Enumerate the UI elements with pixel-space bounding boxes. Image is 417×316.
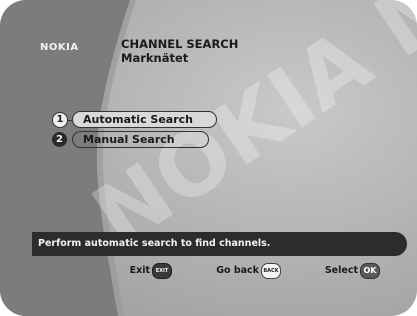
page-title: CHANNEL SEARCH Marknätet (121, 37, 238, 65)
go-back-hint[interactable]: Go back BACK (196, 263, 281, 279)
brand-logo: NOKIA (40, 42, 79, 53)
exit-key-icon: EXIT (152, 263, 172, 279)
exit-hint[interactable]: Exit EXIT (96, 263, 172, 279)
title-subtitle: Marknätet (121, 51, 189, 65)
automatic-search-button[interactable]: Automatic Search (72, 111, 217, 128)
tv-screen: NOKIA MEDIAMASTER NOKIA CHANNEL SEARCH M… (0, 0, 417, 316)
go-back-label: Go back (216, 265, 259, 276)
title-main: CHANNEL SEARCH (121, 37, 239, 51)
manual-search-button[interactable]: Manual Search (72, 131, 209, 148)
menu-number-1: 1 (52, 112, 68, 128)
menu-number-2: 2 (52, 132, 67, 147)
select-hint[interactable]: Select OK (318, 263, 380, 279)
info-bar: Perform automatic search to find channel… (32, 232, 407, 256)
exit-label: Exit (129, 265, 150, 276)
ok-key-icon: OK (360, 263, 380, 279)
select-label: Select (324, 265, 358, 276)
back-key-icon: BACK (261, 263, 281, 279)
